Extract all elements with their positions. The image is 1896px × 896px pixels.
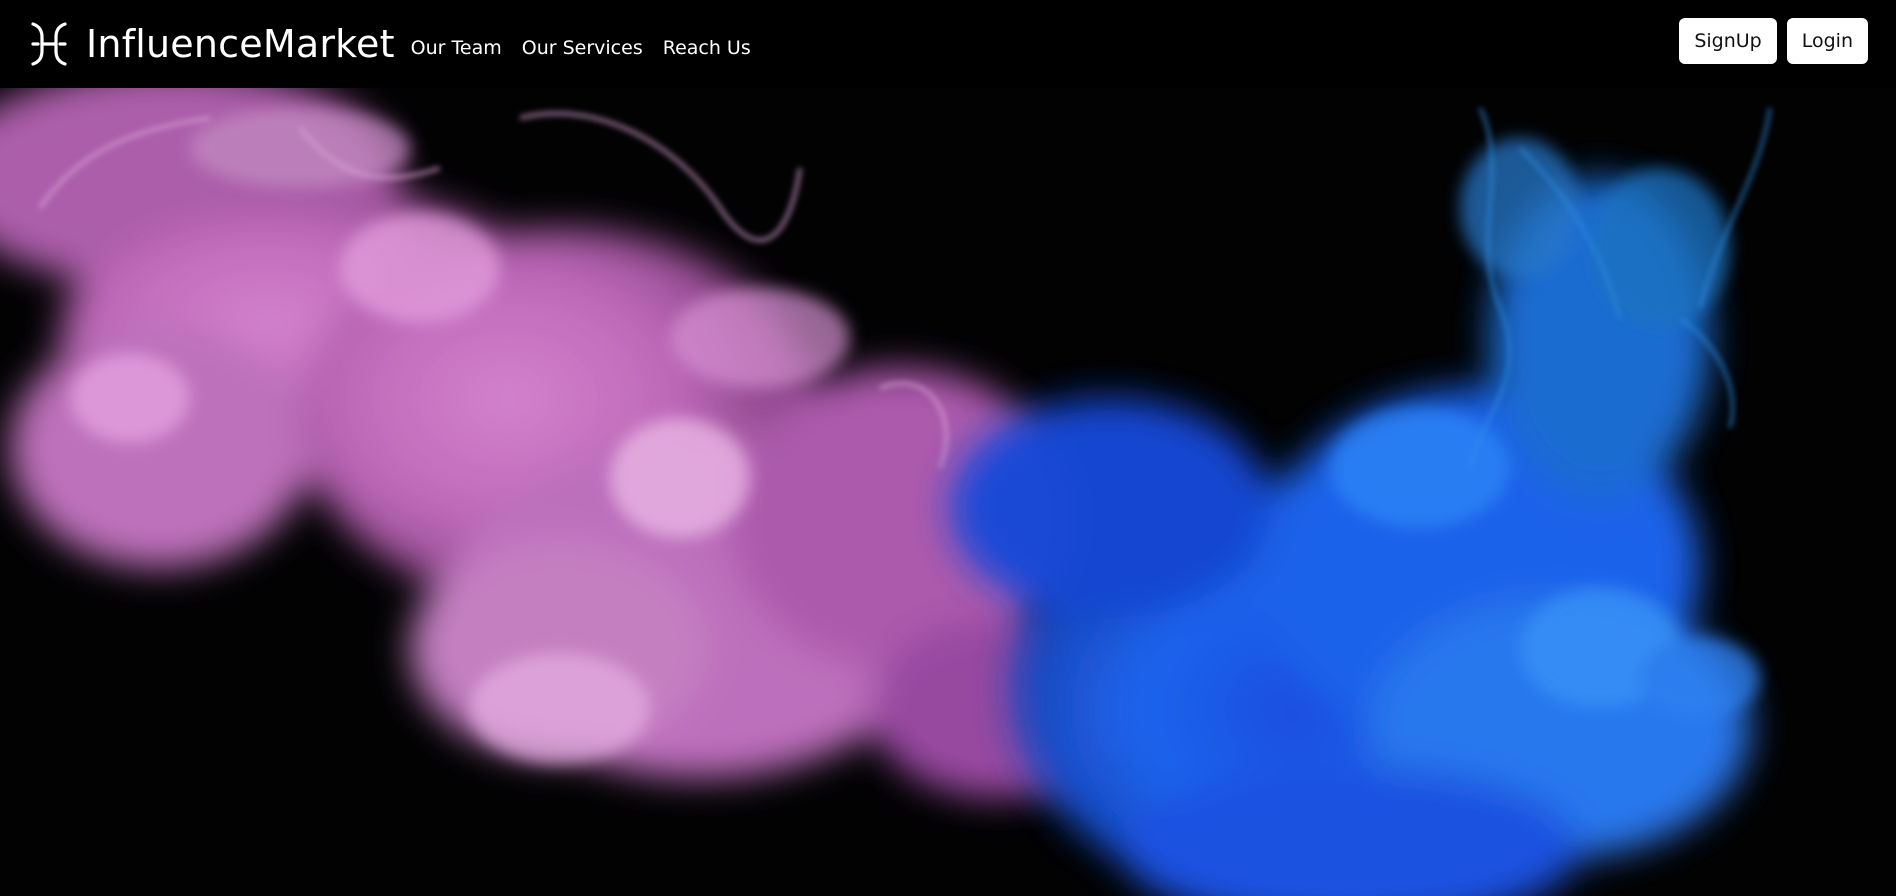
- nav-link-our-team[interactable]: Our Team: [411, 37, 502, 59]
- login-button[interactable]: Login: [1786, 18, 1868, 64]
- hero-background-image: [0, 88, 1896, 896]
- nav-links: Our Team Our Services Reach Us: [411, 37, 771, 59]
- brand-name: InfluenceMarket: [86, 22, 395, 66]
- hero-banner: [0, 88, 1896, 896]
- bracket-logo-icon: [30, 21, 68, 67]
- nav-link-reach-us[interactable]: Reach Us: [663, 37, 751, 59]
- top-navbar: InfluenceMarket Our Team Our Services Re…: [0, 0, 1896, 88]
- brand-link[interactable]: InfluenceMarket: [30, 21, 395, 67]
- nav-link-our-services[interactable]: Our Services: [522, 37, 643, 59]
- signup-button[interactable]: SignUp: [1679, 18, 1777, 64]
